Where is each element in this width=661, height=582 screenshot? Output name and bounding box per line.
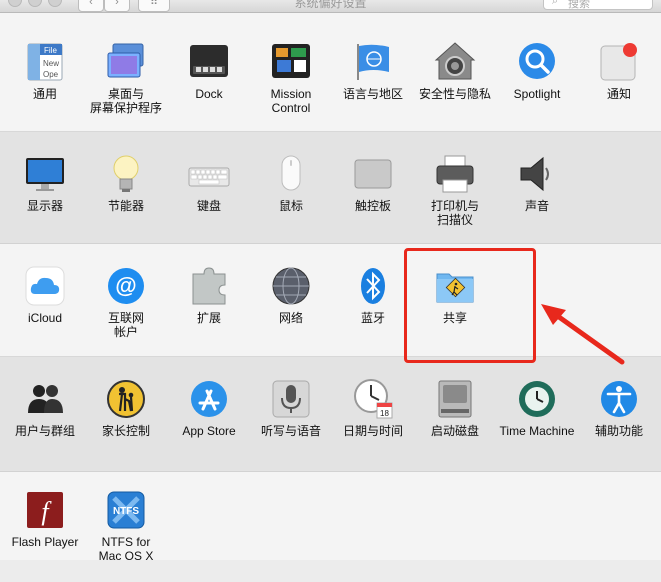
- annotation-arrow: [541, 304, 625, 365]
